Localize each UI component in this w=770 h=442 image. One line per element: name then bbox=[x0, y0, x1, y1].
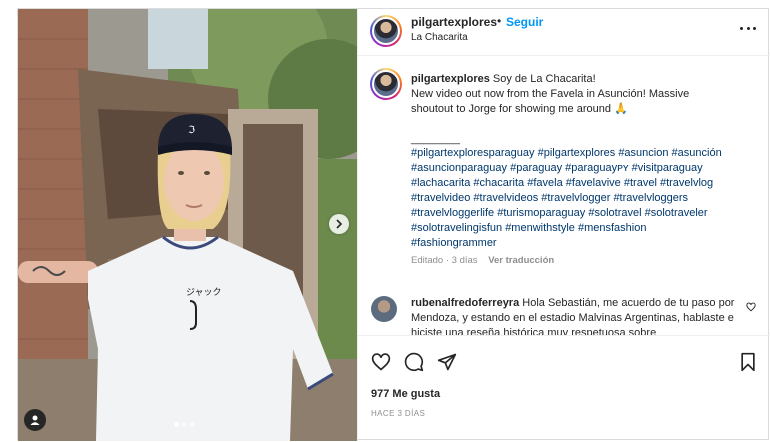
user-tag-icon bbox=[30, 415, 40, 425]
hashtag-link[interactable]: #travelvideos bbox=[473, 192, 538, 204]
hashtag-link[interactable]: #paraguay bbox=[510, 162, 562, 174]
hashtag-link[interactable]: #pilgartexploresparaguay bbox=[411, 147, 535, 159]
hashtag-link[interactable]: #lachacarita bbox=[411, 177, 470, 189]
caption-line-2: New video out now from the Favela in Asu… bbox=[411, 88, 690, 100]
hashtag-link[interactable]: #travelvideo bbox=[411, 192, 470, 204]
heart-icon bbox=[371, 353, 391, 371]
post-side-panel: pilgartexplores • Seguir La Chacarita pi… bbox=[357, 9, 770, 441]
hashtag-link[interactable]: #asunción bbox=[672, 147, 722, 159]
caption-author-avatar[interactable] bbox=[370, 68, 402, 100]
hashtag-link[interactable]: #travelvlogger bbox=[541, 192, 610, 204]
header-separator: • bbox=[497, 14, 502, 28]
comment-icon bbox=[404, 352, 424, 372]
paper-plane-icon bbox=[437, 353, 457, 371]
hashtag-link[interactable]: #solotraveler bbox=[645, 207, 708, 219]
hashtag-link[interactable]: #solotravelingisfun bbox=[411, 222, 502, 234]
caption-and-comments[interactable]: pilgartexplores Soy de La Chacarita! New… bbox=[358, 57, 770, 335]
like-button[interactable] bbox=[371, 352, 391, 375]
post-photo: ジャック ℑ bbox=[18, 9, 357, 441]
carousel-next-button[interactable] bbox=[329, 214, 349, 234]
chevron-right-icon bbox=[336, 219, 343, 229]
caption-username[interactable]: pilgartexplores bbox=[411, 73, 490, 85]
author-username[interactable]: pilgartexplores bbox=[411, 15, 497, 29]
post-header: pilgartexplores • Seguir La Chacarita bbox=[358, 9, 770, 56]
carousel-dot bbox=[190, 422, 195, 427]
hashtag-link[interactable]: #pilgartexplores bbox=[538, 147, 616, 159]
share-button[interactable] bbox=[437, 352, 457, 375]
comment-like-button[interactable] bbox=[746, 302, 756, 315]
comment-item: rubenalfredoferreyra Hola Sebastián, me … bbox=[411, 296, 751, 335]
hashtag-link[interactable]: #chacarita bbox=[473, 177, 524, 189]
svg-text:ℑ: ℑ bbox=[188, 125, 195, 136]
caption-divider: ________ bbox=[411, 133, 460, 145]
hashtag-link[interactable]: #travel bbox=[624, 177, 657, 189]
hashtag-link[interactable]: #travelvlog bbox=[660, 177, 713, 189]
instagram-post: ジャック ℑ pilgartexplores • Seguir La Chaca… bbox=[17, 8, 770, 441]
hashtag-link[interactable]: #fashiongrammer bbox=[411, 237, 497, 249]
follow-button[interactable]: Seguir bbox=[506, 15, 543, 29]
carousel-dot bbox=[182, 422, 187, 427]
svg-text:ジャック: ジャック bbox=[186, 287, 222, 298]
hashtag-link[interactable]: #favelavive bbox=[566, 177, 621, 189]
hashtag-link[interactable]: #solotravel bbox=[588, 207, 641, 219]
hashtag-link[interactable]: #asuncionparaguay bbox=[411, 162, 507, 174]
hashtag-link[interactable]: #paraguayᴘʏ bbox=[565, 162, 628, 174]
post-media[interactable]: ジャック ℑ bbox=[18, 9, 357, 441]
tagged-users-button[interactable] bbox=[24, 409, 46, 431]
save-button[interactable] bbox=[739, 352, 757, 375]
caption-text: pilgartexplores Soy de La Chacarita! New… bbox=[411, 72, 761, 147]
hashtag-link[interactable]: #menwithstyle bbox=[505, 222, 575, 234]
hashtag-list: #pilgartexploresparaguay #pilgartexplore… bbox=[411, 146, 766, 251]
see-translation-link[interactable]: Ver traducción bbox=[488, 255, 554, 266]
hashtag-link[interactable]: #travelvloggers bbox=[613, 192, 688, 204]
more-options-button[interactable] bbox=[740, 21, 756, 35]
author-avatar[interactable] bbox=[370, 15, 402, 47]
more-options-icon bbox=[740, 26, 743, 30]
caption-meta: Editado · 3 días Ver traducción bbox=[411, 255, 554, 266]
post-date: HACE 3 DÍAS bbox=[371, 409, 426, 418]
post-location[interactable]: La Chacarita bbox=[411, 32, 468, 43]
hashtag-link[interactable]: #favela bbox=[527, 177, 562, 189]
carousel-dot-active bbox=[174, 422, 179, 427]
hashtag-link[interactable]: #asuncion bbox=[618, 147, 668, 159]
commenter-username[interactable]: rubenalfredoferreyra bbox=[411, 297, 519, 309]
hashtag-link[interactable]: #turismoparaguay bbox=[497, 207, 585, 219]
bookmark-icon bbox=[741, 352, 755, 372]
hashtag-link[interactable]: #travelvloggerlife bbox=[411, 207, 494, 219]
caption-line-3: shoutout to Jorge for showing me around … bbox=[411, 103, 628, 115]
hashtag-link[interactable]: #visitparaguay bbox=[632, 162, 703, 174]
carousel-indicator bbox=[174, 422, 195, 427]
heart-icon bbox=[746, 302, 756, 312]
caption-line-1: Soy de La Chacarita! bbox=[492, 73, 596, 85]
likes-count[interactable]: 977 Me gusta bbox=[371, 388, 440, 400]
comment-button[interactable] bbox=[404, 352, 424, 375]
post-actions: 977 Me gusta HACE 3 DÍAS bbox=[358, 335, 770, 441]
edited-timestamp: Editado · 3 días bbox=[411, 255, 478, 266]
commenter-avatar[interactable] bbox=[371, 296, 397, 322]
hashtag-link[interactable]: #mensfashion bbox=[578, 222, 647, 234]
